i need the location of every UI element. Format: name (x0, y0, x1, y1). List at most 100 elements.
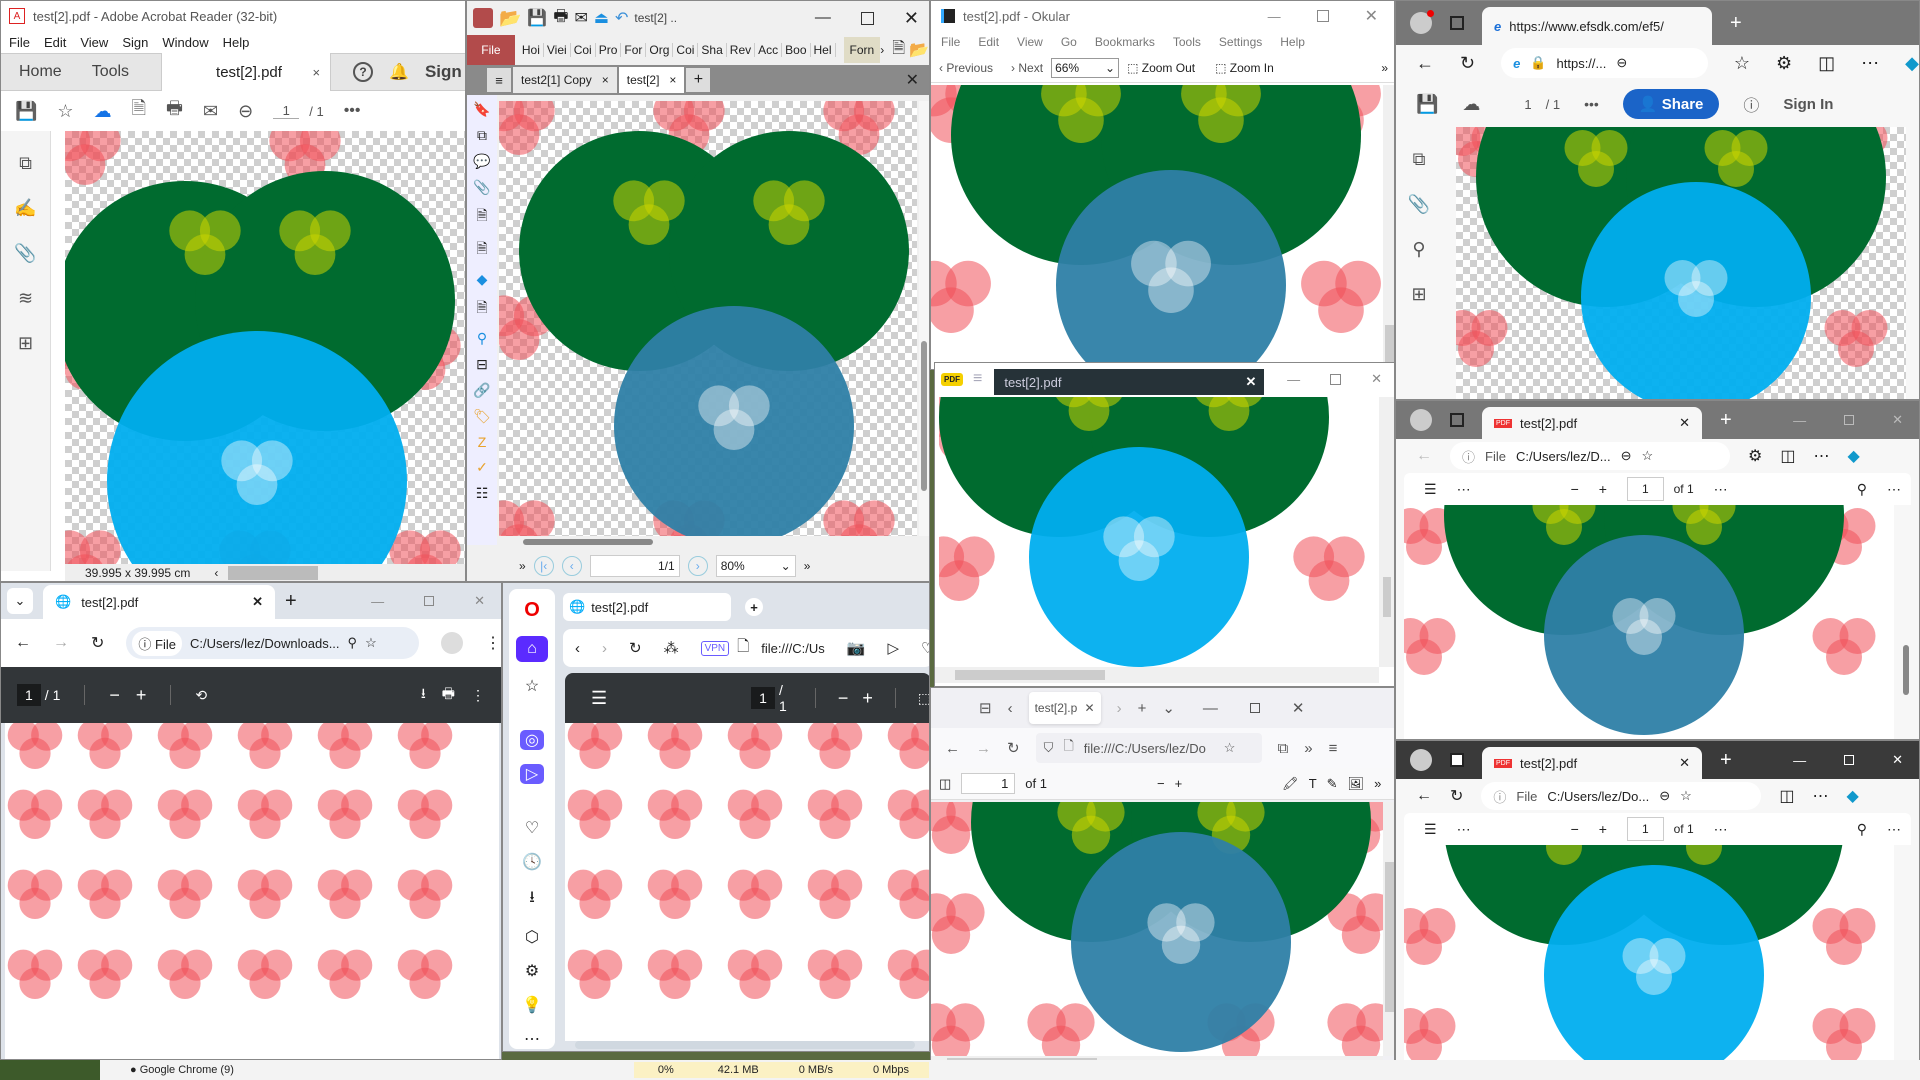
split-screen-icon[interactable]: ◫ (1779, 786, 1794, 806)
help-icon[interactable]: ⓘ (1743, 92, 1759, 116)
close-button[interactable]: ✕ (1892, 412, 1903, 428)
favorite-icon[interactable]: ☆ (1642, 448, 1654, 464)
menu-item-file[interactable]: File (9, 35, 30, 50)
close-tab-icon[interactable]: ✕ (1679, 755, 1690, 771)
structure-icon[interactable]: ⊞ (18, 333, 33, 354)
zoom-in-button[interactable]: + (862, 688, 873, 709)
address-bar[interactable]: ⓘ File C:/Users/lez/D... ⊖ ☆ (1450, 442, 1730, 470)
zoom-icon[interactable]: ⊖ (1616, 55, 1627, 71)
snapshot-icon[interactable]: 📷 (847, 639, 866, 657)
refresh-button[interactable]: ↻ (1007, 739, 1020, 757)
tag-icon[interactable]: 🏷 (473, 408, 491, 425)
browser-tab[interactable]: PDF test[2].pdf ✕ (1482, 747, 1702, 779)
ribbon-tab-rev[interactable]: Rev (727, 43, 756, 57)
settings-more-icon[interactable]: ⋯ (1887, 821, 1901, 838)
split-screen-icon[interactable]: ◫ (1780, 446, 1795, 466)
image-icon[interactable]: 🖼 (1348, 776, 1365, 792)
fit-page-icon[interactable]: ⬚ (918, 690, 929, 707)
maximize-button[interactable] (1249, 703, 1260, 713)
zoom-out-button[interactable]: − (1571, 821, 1579, 837)
first-page-button[interactable]: |‹ (533, 556, 554, 576)
content-icon[interactable]: ⊟ (476, 356, 488, 373)
new-tab-button[interactable]: + (1730, 12, 1742, 35)
page-input[interactable]: 1 (17, 684, 41, 706)
menu-item-tools[interactable]: Tools (1173, 35, 1201, 49)
comment-icon[interactable]: 💬 (473, 153, 490, 170)
help-icon[interactable]: ? (353, 62, 374, 82)
scroll-left-arrow[interactable]: ‹ (214, 566, 218, 580)
reading-order-icon[interactable]: ☷ (476, 485, 489, 502)
page-input[interactable]: 1 (961, 773, 1016, 794)
more-icon[interactable]: ⋯ (1714, 821, 1728, 838)
ribbon-tab-form[interactable]: Forn (843, 37, 881, 63)
minimize-button[interactable]: — (1203, 700, 1218, 717)
new-tab-button[interactable]: + (285, 590, 297, 613)
attachment-icon[interactable]: 📎 (14, 243, 36, 264)
sidebar-toggle-icon[interactable]: ☰ (591, 688, 607, 709)
bookmarks-star-icon[interactable]: ☆ (525, 676, 539, 696)
search-icon[interactable]: ⚲ (1412, 239, 1425, 260)
extensions-icon[interactable]: ⧉ (1278, 740, 1289, 757)
zoom-select[interactable]: 80% ⌄ (715, 555, 796, 577)
previous-button[interactable]: ‹ Previous (939, 61, 993, 75)
article-icon[interactable]: 🗎 (476, 297, 487, 321)
zoom-in-button[interactable]: + (1175, 776, 1183, 791)
zoom-out-icon[interactable]: ⊖ (238, 101, 253, 122)
refresh-button[interactable]: ↻ (91, 633, 104, 653)
split-screen-icon[interactable]: ◫ (1818, 53, 1835, 74)
sidebar-toggle-icon[interactable]: ◫ (939, 776, 951, 792)
browser-tab[interactable]: e https://www.efsdk.com/ef5/ (1482, 7, 1712, 45)
address-bar[interactable]: e 🔒 https://... ⊖ (1501, 48, 1708, 78)
settings-gear-icon[interactable]: ⚙ (525, 961, 539, 981)
print-icon[interactable]: 🖶 (442, 683, 455, 707)
back-button[interactable]: ‹ (575, 640, 580, 657)
forward-button[interactable]: → (53, 634, 69, 652)
tab-actions-icon[interactable] (1450, 16, 1464, 30)
attachment-icon[interactable]: 📎 (1408, 194, 1430, 215)
refresh-button[interactable]: ↻ (1450, 786, 1463, 806)
back-button[interactable]: ← (1416, 787, 1432, 805)
copilot-icon[interactable]: ◆ (1847, 446, 1859, 466)
expand-icon[interactable]: » (519, 559, 526, 573)
zoom-icon[interactable]: ⚲ (348, 635, 358, 651)
browser-tab[interactable]: 🌐 test[2].pdf ✕ (43, 585, 275, 619)
vertical-scrollbar[interactable] (1383, 802, 1394, 1056)
close-tab-icon[interactable]: ✕ (252, 594, 263, 610)
vertical-scrollbar[interactable] (1379, 397, 1394, 667)
tab-search-button[interactable]: ⌄ (7, 588, 33, 614)
signature-icon[interactable]: ✍ (14, 198, 36, 219)
page-input[interactable]: 1 (751, 687, 775, 709)
address-text[interactable]: file:///C:/Us (761, 641, 825, 656)
page-current[interactable]: 1 (273, 103, 300, 119)
tips-bulb-icon[interactable]: 💡 (522, 995, 542, 1015)
star-icon[interactable]: ☆ (57, 101, 73, 122)
profile-avatar[interactable] (1410, 749, 1432, 771)
more-icon[interactable]: ⋯ (1813, 786, 1829, 806)
signature-panel-icon[interactable]: 🗎 (476, 205, 487, 229)
print-icon[interactable]: 🖶 (166, 96, 183, 126)
menu-item-bookmarks[interactable]: Bookmarks (1095, 35, 1155, 49)
bookmark-icon[interactable]: 🔖 (473, 101, 490, 118)
cloud-upload-icon[interactable]: ☁ (94, 101, 112, 122)
zoom-out-button[interactable]: − (1571, 481, 1579, 497)
destination-icon[interactable]: ⚲ (477, 330, 487, 347)
back-button[interactable]: ← (15, 634, 31, 652)
more-icon[interactable]: ⋮ (471, 687, 485, 704)
close-doc-icon[interactable]: ✕ (906, 70, 919, 90)
pages-icon[interactable]: ⧉ (1413, 149, 1426, 170)
new-tab-button[interactable]: + (1720, 409, 1732, 432)
page-input[interactable]: 1/1 (589, 555, 680, 577)
zoom-out-button[interactable]: ⬚ Zoom Out (1127, 61, 1195, 75)
highlight-icon[interactable]: 🖍 (1282, 776, 1299, 792)
email-icon[interactable]: ✉ (574, 8, 587, 28)
find-icon[interactable]: 🗎 (892, 37, 905, 64)
file-menu-button[interactable]: File (467, 35, 515, 65)
undo-icon[interactable]: ↶ (615, 8, 628, 28)
zoom-in-button[interactable]: + (1599, 821, 1607, 837)
zoom-out-button[interactable]: − (109, 685, 120, 706)
layers-icon[interactable]: ≋ (18, 288, 33, 309)
favorite-icon[interactable]: ☆ (1734, 53, 1750, 74)
menu-item-help[interactable]: Help (223, 35, 250, 50)
more-icon[interactable]: ⋯ (1714, 481, 1728, 498)
tab-actions-icon[interactable] (1450, 413, 1464, 427)
